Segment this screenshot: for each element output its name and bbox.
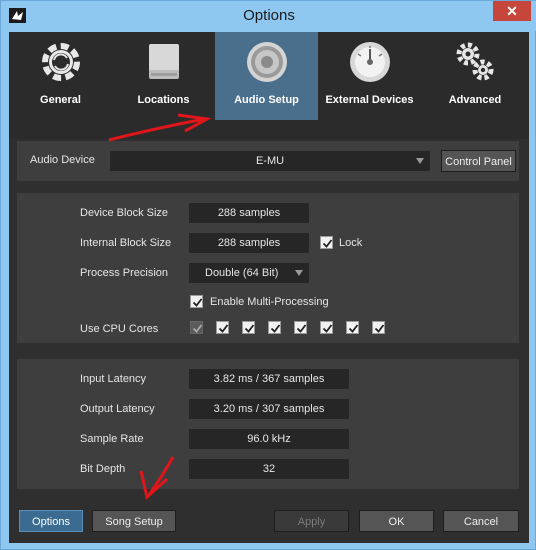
cpu-core-checkbox[interactable] [242, 321, 255, 334]
tab-divider [9, 120, 529, 139]
tab-general[interactable]: General [9, 32, 112, 120]
audio-device-panel: Audio Device E-MU Control Panel [17, 141, 519, 181]
input-latency-label: Input Latency [80, 373, 147, 385]
multi-processing-label: Enable Multi-Processing [210, 296, 329, 308]
chevron-down-icon [416, 158, 424, 164]
internal-block-size-field[interactable]: 288 samples [189, 233, 309, 253]
tab-audio-setup[interactable]: Audio Setup [215, 32, 318, 120]
output-latency-value: 3.20 ms / 307 samples [189, 399, 349, 419]
input-latency-value: 3.82 ms / 367 samples [189, 369, 349, 389]
options-button[interactable]: Options [19, 510, 83, 532]
category-tabs: General Locations Audio Setup External D… [9, 32, 529, 120]
output-latency-label: Output Latency [80, 403, 155, 415]
tab-general-label: General [40, 94, 81, 106]
bit-depth-value: 32 [189, 459, 349, 479]
checkmark-icon [322, 239, 333, 248]
sample-rate-label: Sample Rate [80, 433, 144, 445]
audio-device-label: Audio Device [30, 154, 95, 166]
cpu-core-checkbox[interactable] [294, 321, 307, 334]
cpu-core-checkbox[interactable] [346, 321, 359, 334]
cpu-core-checkbox[interactable] [372, 321, 385, 334]
checkmark-icon [192, 298, 203, 307]
checkmark-icon [322, 324, 333, 333]
close-button[interactable]: ✕ [493, 1, 531, 21]
chevron-down-icon [295, 270, 303, 276]
checkmark-icon [374, 324, 385, 333]
tab-locations-label: Locations [137, 94, 190, 106]
tab-external-devices[interactable]: External Devices [318, 32, 421, 120]
cpu-cores-label: Use CPU Cores [80, 323, 159, 335]
tab-external-devices-label: External Devices [325, 94, 414, 106]
cpu-core-checkbox [190, 321, 203, 334]
sample-rate-value: 96.0 kHz [189, 429, 349, 449]
sync-gear-icon [42, 43, 80, 81]
tab-locations[interactable]: Locations [112, 32, 215, 120]
speaker-icon [247, 42, 287, 82]
options-window: Options ✕ General Locations Audio Setup … [0, 0, 536, 550]
control-panel-button[interactable]: Control Panel [441, 150, 516, 172]
audio-device-select[interactable]: E-MU [110, 151, 430, 171]
ok-button[interactable]: OK [359, 510, 434, 532]
title-bar[interactable]: Options ✕ [1, 1, 536, 31]
window-title: Options [243, 7, 295, 24]
internal-block-size-label: Internal Block Size [80, 237, 172, 249]
process-precision-label: Process Precision [80, 267, 169, 279]
tab-advanced[interactable]: Advanced [421, 32, 529, 120]
cpu-core-checkbox[interactable] [320, 321, 333, 334]
gauge-icon [350, 42, 390, 82]
latency-info-panel: Input Latency 3.82 ms / 367 samples Outp… [17, 359, 519, 489]
process-precision-value: Double (64 Bit) [205, 267, 279, 279]
song-setup-button[interactable]: Song Setup [92, 510, 176, 532]
lock-checkbox[interactable] [320, 236, 333, 249]
tab-audio-setup-label: Audio Setup [234, 94, 299, 106]
gears-icon [456, 42, 494, 81]
checkmark-icon [244, 324, 255, 333]
device-block-size-field[interactable]: 288 samples [189, 203, 309, 223]
bit-depth-label: Bit Depth [80, 463, 126, 475]
apply-button[interactable]: Apply [274, 510, 349, 532]
multi-processing-checkbox[interactable] [190, 295, 203, 308]
cancel-button[interactable]: Cancel [443, 510, 519, 532]
checkmark-icon [270, 324, 281, 333]
block-settings-panel: Device Block Size 288 samples Internal B… [17, 193, 519, 343]
audio-device-value: E-MU [255, 155, 285, 167]
tab-advanced-label: Advanced [448, 94, 502, 106]
checkmark-icon [348, 324, 359, 333]
cpu-core-checkbox[interactable] [216, 321, 229, 334]
process-precision-select[interactable]: Double (64 Bit) [189, 263, 309, 283]
checkmark-icon [296, 324, 307, 333]
dialog-content: General Locations Audio Setup External D… [9, 32, 529, 543]
drive-icon [149, 44, 179, 79]
checkmark-icon [218, 324, 229, 333]
cpu-core-checkbox[interactable] [268, 321, 281, 334]
lock-label: Lock [339, 237, 363, 249]
checkmark-icon [192, 324, 203, 333]
device-block-size-label: Device Block Size [80, 207, 169, 219]
